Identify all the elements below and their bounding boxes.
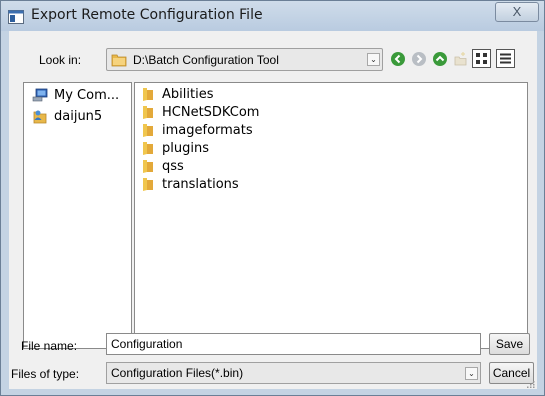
dialog-body: Look in: D:\Batch Configuration Tool ⌄ M… bbox=[9, 31, 537, 389]
sidebar: My Com... daijun5 bbox=[23, 82, 132, 349]
up-folder-icon[interactable] bbox=[432, 51, 448, 67]
list-item[interactable]: plugins bbox=[140, 139, 209, 157]
title-bar[interactable]: Export Remote Configuration File X bbox=[1, 1, 544, 31]
close-button[interactable]: X bbox=[495, 2, 539, 22]
folder-icon bbox=[143, 160, 153, 173]
chevron-down-icon[interactable]: ⌄ bbox=[367, 53, 380, 66]
folder-icon bbox=[143, 106, 153, 119]
list-view-icon[interactable] bbox=[472, 49, 491, 68]
look-in-label: Look in: bbox=[39, 53, 82, 67]
file-name: HCNetSDKCom bbox=[162, 104, 260, 120]
list-item[interactable]: qss bbox=[140, 157, 184, 175]
list-item[interactable]: imageformats bbox=[140, 121, 253, 139]
file-name-label: File name: bbox=[21, 339, 78, 353]
forward-icon[interactable] bbox=[411, 51, 427, 67]
new-folder-icon[interactable] bbox=[452, 51, 468, 67]
file-name: translations bbox=[162, 176, 239, 192]
list-item[interactable]: HCNetSDKCom bbox=[140, 103, 259, 121]
look-in-path: D:\Batch Configuration Tool bbox=[133, 53, 279, 67]
chevron-down-icon[interactable]: ⌄ bbox=[465, 367, 478, 380]
resize-grip-icon[interactable] bbox=[527, 380, 535, 388]
sidebar-item-user[interactable]: daijun5 bbox=[32, 107, 102, 125]
user-folder-icon bbox=[33, 110, 47, 124]
folder-icon bbox=[143, 142, 153, 155]
back-icon[interactable] bbox=[390, 51, 406, 67]
file-type-value: Configuration Files(*.bin) bbox=[111, 366, 244, 380]
file-type-label: Files of type: bbox=[11, 367, 80, 381]
folder-icon bbox=[111, 54, 127, 67]
sidebar-item-label: daijun5 bbox=[54, 108, 103, 124]
file-list: Abilities HCNetSDKCom imageformats plugi… bbox=[134, 82, 528, 349]
file-name: imageformats bbox=[162, 122, 253, 138]
dialog-window: Export Remote Configuration File X Look … bbox=[0, 0, 545, 396]
close-icon: X bbox=[512, 4, 522, 19]
file-name: Abilities bbox=[162, 86, 214, 102]
save-button[interactable]: Save bbox=[489, 333, 530, 355]
window-title: Export Remote Configuration File bbox=[31, 7, 263, 23]
file-name-field[interactable]: Configuration bbox=[106, 333, 481, 355]
detail-view-icon[interactable] bbox=[496, 49, 515, 68]
file-name: qss bbox=[162, 158, 184, 174]
file-type-combo[interactable]: Configuration Files(*.bin) ⌄ bbox=[106, 362, 481, 384]
file-name: plugins bbox=[162, 140, 209, 156]
computer-icon bbox=[32, 88, 48, 102]
folder-icon bbox=[143, 124, 153, 137]
sidebar-item-computer[interactable]: My Com... bbox=[32, 86, 119, 104]
list-item[interactable]: Abilities bbox=[140, 85, 213, 103]
sidebar-item-label: My Com... bbox=[54, 87, 120, 103]
look-in-combo[interactable]: D:\Batch Configuration Tool ⌄ bbox=[106, 48, 383, 71]
folder-icon bbox=[143, 88, 153, 101]
list-item[interactable]: translations bbox=[140, 175, 239, 193]
folder-icon bbox=[143, 178, 153, 191]
app-window-icon bbox=[8, 10, 24, 24]
